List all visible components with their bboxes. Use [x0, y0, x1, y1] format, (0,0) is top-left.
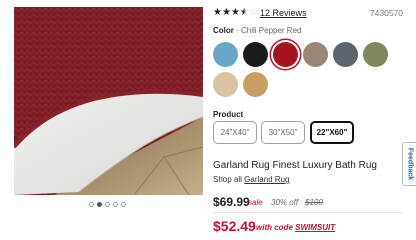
shop-all-text: Shop all Garland Rug	[213, 175, 290, 184]
swatch-black[interactable]	[243, 42, 268, 67]
star-icon: ★	[213, 7, 222, 18]
swatch-linen[interactable]	[213, 72, 238, 97]
shop-all-prefix: Shop all	[213, 175, 245, 184]
divider	[213, 212, 403, 213]
sale-badge: sale	[248, 198, 263, 207]
star-icon: ★	[221, 7, 231, 18]
feedback-tab[interactable]: Feedback	[402, 142, 416, 186]
color-heading: Color	[213, 26, 234, 35]
size-option-button[interactable]: 24"X40"	[213, 121, 257, 144]
swatch-chili-pepper-red[interactable]	[273, 42, 298, 67]
carousel-dot[interactable]	[105, 202, 110, 207]
selected-color-name: Chili Pepper Red	[241, 26, 302, 35]
promo-row: $52.49 with code SWIMSUIT	[213, 218, 403, 234]
color-separator: -	[233, 26, 241, 35]
brand-link[interactable]: Garland Rug	[244, 175, 289, 184]
rug-photo	[14, 7, 203, 195]
feedback-label: Feedback	[406, 147, 413, 181]
star-icon: ★	[239, 7, 249, 18]
swatch-sage-green[interactable]	[363, 42, 388, 67]
product-image[interactable]	[14, 7, 203, 195]
sku-number: 7430570	[369, 8, 403, 18]
promo-prefix: with code	[256, 223, 296, 232]
color-label: Color - Chili Pepper Red	[213, 26, 301, 35]
reviews-link[interactable]: 12 Reviews	[260, 8, 307, 18]
star-rating: ★★★★☆	[213, 7, 258, 18]
carousel-dot[interactable]	[89, 202, 94, 207]
original-price: $100	[305, 198, 323, 207]
star-icon: ★	[230, 7, 240, 18]
promo-price: $52.49	[213, 218, 256, 234]
swatch-taupe[interactable]	[303, 42, 328, 67]
size-option-button[interactable]: 22"X60"	[310, 121, 354, 144]
star-icon: ☆	[248, 7, 258, 18]
swatch-gold[interactable]	[243, 72, 268, 97]
carousel-dot[interactable]	[97, 202, 102, 207]
price-row: $69.99 sale 30% off $100	[213, 195, 403, 209]
product-title: Garland Rug Finest Luxury Bath Rug	[213, 160, 377, 171]
promo-text: with code SWIMSUIT	[256, 223, 335, 232]
promo-code[interactable]: SWIMSUIT	[295, 223, 335, 232]
sale-price: $69.99	[213, 195, 250, 209]
carousel-dot[interactable]	[121, 202, 126, 207]
carousel-dot[interactable]	[113, 202, 118, 207]
rating-row: ★★★★☆ 12 Reviews 7430570	[213, 7, 403, 20]
swatch-light-blue[interactable]	[213, 42, 238, 67]
percent-off: 30% off	[271, 198, 299, 207]
swatch-slate-gray[interactable]	[333, 42, 358, 67]
size-option-button[interactable]: 30"X50"	[261, 121, 305, 144]
product-label: Product	[213, 110, 244, 119]
carousel-dots	[89, 202, 126, 207]
